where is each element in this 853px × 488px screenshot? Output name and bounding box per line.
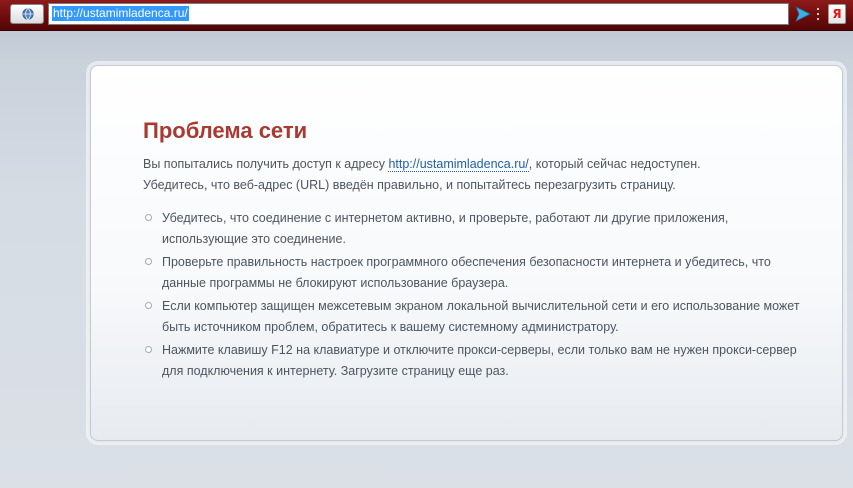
intro-text-after: , который сейчас недоступен. xyxy=(528,157,701,171)
go-arrow-icon[interactable] xyxy=(795,5,811,23)
globe-icon xyxy=(22,8,34,20)
intro-text-before: Вы попытались получить доступ к адресу xyxy=(143,157,389,171)
bullet-icon xyxy=(145,258,152,265)
tip-text: Проверьте правильность настроек программ… xyxy=(162,255,771,290)
list-item: Убедитесь, что соединение с интернетом а… xyxy=(143,208,803,250)
address-url[interactable]: http://ustamimladenca.ru/ xyxy=(52,6,189,21)
browser-toolbar: http://ustamimladenca.ru/ Я xyxy=(0,0,853,31)
bullet-icon xyxy=(145,302,152,309)
bullet-icon xyxy=(145,214,152,221)
intro-line-2: Убедитесь, что веб-адрес (URL) введён пр… xyxy=(143,178,676,192)
yandex-button[interactable]: Я xyxy=(828,4,846,24)
site-info-button[interactable] xyxy=(10,4,44,24)
address-bar[interactable]: http://ustamimladenca.ru/ xyxy=(48,3,789,25)
yandex-icon: Я xyxy=(832,7,842,21)
error-card: Проблема сети Вы попытались получить дос… xyxy=(90,65,843,441)
tip-text: Если компьютер защищен межсетевым экрано… xyxy=(162,299,800,334)
list-item: Если компьютер защищен межсетевым экрано… xyxy=(143,296,803,338)
list-item: Нажмите клавишу F12 на клавиатуре и откл… xyxy=(143,340,803,382)
tip-text: Нажмите клавишу F12 на клавиатуре и откл… xyxy=(162,343,797,378)
troubleshooting-list: Убедитесь, что соединение с интернетом а… xyxy=(143,208,803,384)
list-item: Проверьте правильность настроек программ… xyxy=(143,252,803,294)
page-title: Проблема сети xyxy=(143,118,308,143)
tip-text: Убедитесь, что соединение с интернетом а… xyxy=(162,211,729,246)
error-description: Вы попытались получить доступ к адресу h… xyxy=(143,154,803,196)
bullet-icon xyxy=(145,346,152,353)
menu-dots-icon[interactable] xyxy=(816,6,820,22)
failed-url-link[interactable]: http://ustamimladenca.ru/ xyxy=(388,157,529,172)
